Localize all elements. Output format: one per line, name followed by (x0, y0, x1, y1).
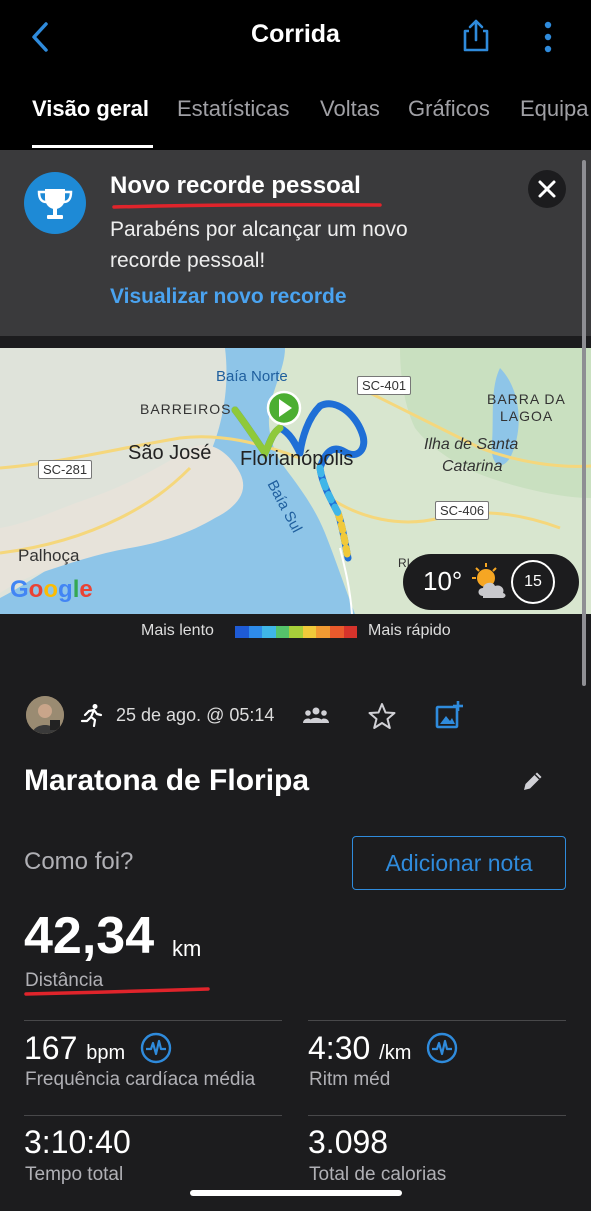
weather-widget: 10° 15 (403, 554, 579, 610)
close-icon[interactable] (528, 170, 566, 208)
tab-laps[interactable]: Voltas (320, 96, 380, 122)
active-tab-indicator (32, 145, 153, 148)
share-icon[interactable] (458, 18, 494, 54)
map-label-sc281: SC-281 (38, 460, 93, 479)
pace-color-segment (262, 626, 276, 638)
legend-fast-label: Mais rápido (368, 622, 451, 639)
pace-color-segment (343, 626, 358, 638)
pencil-icon[interactable] (520, 768, 546, 794)
personal-record-banner: Novo recorde pessoal Parabéns por alcanç… (0, 150, 591, 336)
legend-slow-label: Mais lento (141, 622, 214, 639)
group-icon[interactable] (303, 704, 329, 726)
map-label-sc401: SC-401 (357, 376, 412, 395)
map-label-palhoca: Palhoça (18, 546, 80, 565)
app-header: Corrida Visão geral Estatísticas Voltas … (0, 0, 591, 150)
activity-meta-row: 25 de ago. @ 05:14 (0, 694, 591, 736)
red-underline-annotation (112, 203, 382, 209)
map-label-sc406: SC-406 (435, 501, 490, 520)
pace-color-segment (235, 626, 249, 638)
map-label-ilha-line2: Catarina (442, 458, 503, 475)
avg-pace-unit: /km (379, 1042, 412, 1064)
weather-temperature: 10° (423, 566, 463, 596)
pace-color-segment (248, 626, 263, 638)
banner-title: Novo recorde pessoal (110, 172, 361, 199)
scrollbar[interactable] (582, 160, 586, 686)
divider (308, 1115, 566, 1116)
google-logo: Google (10, 576, 93, 603)
map-label-sao-jose: São José (128, 442, 212, 464)
page-title: Corrida (251, 20, 340, 48)
wind-speed-indicator: 15 (511, 560, 555, 604)
heart-rate-icon[interactable] (426, 1032, 458, 1064)
activity-name: Maratona de Floripa (24, 764, 310, 797)
map-label-ilha-line1: Ilha de Santa (424, 436, 519, 453)
map-label-florianopolis: Florianópolis (240, 448, 354, 470)
running-icon (80, 704, 103, 727)
add-note-button[interactable]: Adicionar nota (352, 836, 566, 890)
divider (308, 1020, 566, 1021)
map-label-lagoa: LAGOA (500, 408, 554, 424)
total-time-value: 3:10:40 (24, 1124, 131, 1160)
avatar[interactable] (26, 696, 64, 734)
tab-overview[interactable]: Visão geral (32, 96, 149, 122)
pace-color-segment (329, 626, 344, 638)
pace-color-segment (289, 626, 303, 638)
distance-unit: km (172, 936, 202, 961)
divider (24, 1115, 282, 1116)
divider (24, 1020, 282, 1021)
tab-charts[interactable]: Gráficos (408, 96, 490, 122)
map-label-baia-norte: Baía Norte (216, 368, 288, 385)
total-calories-label: Total de calorias (309, 1164, 447, 1185)
add-photo-icon[interactable] (434, 700, 464, 730)
map-label-barreiros: BARREIROS (140, 401, 232, 417)
view-record-link[interactable]: Visualizar novo recorde (110, 285, 347, 309)
avg-pace-value: 4:30 /km (308, 1030, 458, 1067)
avg-heart-rate-value: 167 bpm (24, 1030, 172, 1067)
star-icon[interactable] (368, 702, 396, 730)
pace-color-segment (302, 626, 317, 638)
avg-heart-rate-unit: bpm (86, 1042, 126, 1064)
heart-rate-icon[interactable] (140, 1032, 172, 1064)
distance-value: 42,34 (24, 907, 155, 965)
trophy-icon (24, 172, 86, 234)
how-was-it-label: Como foi? (24, 848, 134, 875)
banner-message: Parabéns por alcançar um novo recorde pe… (110, 218, 408, 272)
tab-equipment[interactable]: Equipa (520, 96, 589, 122)
tab-statistics[interactable]: Estatísticas (177, 96, 289, 122)
pace-color-segment (316, 626, 330, 638)
more-vertical-icon[interactable] (536, 20, 560, 54)
avg-pace-label: Ritm méd (309, 1069, 391, 1090)
avg-heart-rate-label: Frequência cardíaca média (25, 1069, 256, 1090)
total-calories-value: 3.098 (308, 1124, 389, 1160)
pace-color-bar (235, 626, 358, 638)
activity-date: 25 de ago. @ 05:14 (116, 705, 275, 725)
map-label-barra-da: BARRA DA (487, 391, 566, 407)
tab-bar: Visão geral Estatísticas Voltas Gráficos… (0, 92, 591, 150)
home-indicator[interactable] (190, 1190, 402, 1196)
partly-cloudy-icon (472, 563, 506, 598)
pace-color-segment (275, 626, 290, 638)
pace-legend: Mais lento Mais rápido (0, 620, 591, 646)
route-map[interactable]: Baía Norte SC-401 BARREIROS BARRA DA LAG… (0, 348, 591, 614)
total-time-label: Tempo total (25, 1164, 124, 1185)
red-underline-annotation (24, 987, 210, 996)
